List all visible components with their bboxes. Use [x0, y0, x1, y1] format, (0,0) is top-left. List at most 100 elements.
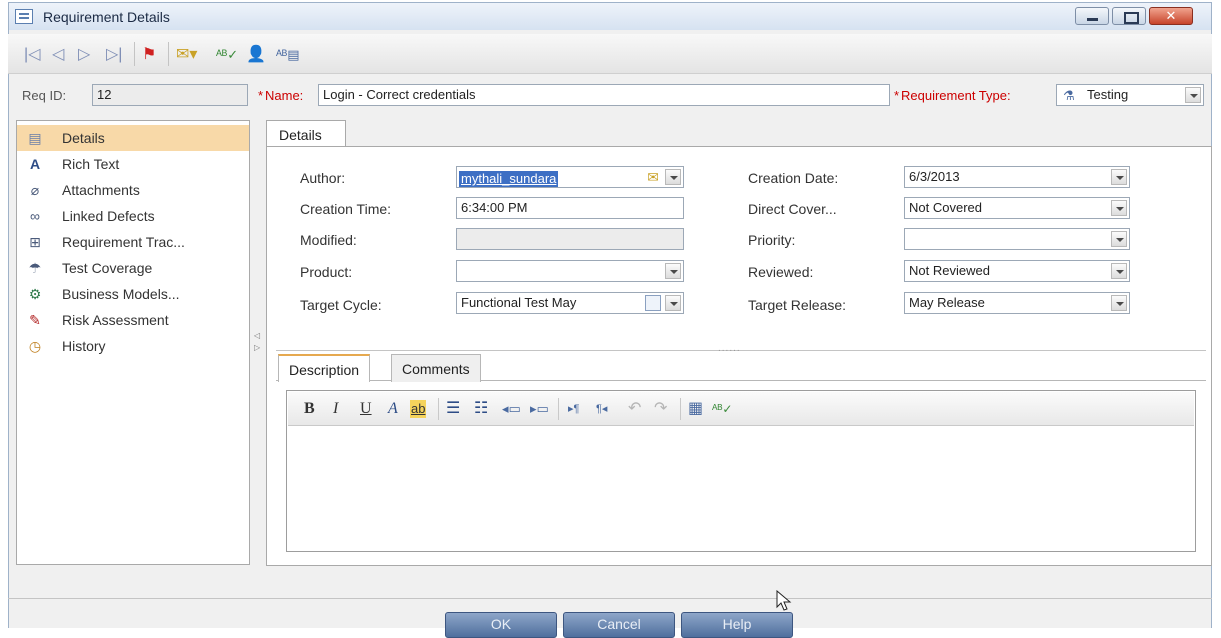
product-dropdown[interactable]	[456, 260, 684, 282]
toolbar-divider	[558, 398, 559, 420]
splitter-handle[interactable]: ◁ ▷	[254, 330, 262, 356]
coverage-icon: ☂	[28, 260, 42, 276]
nav-item-linked-defects[interactable]: ∞ Linked Defects	[17, 203, 249, 229]
nav-item-test-coverage[interactable]: ☂ Test Coverage	[17, 255, 249, 281]
target-release-dropdown[interactable]: May Release	[904, 292, 1130, 314]
risk-icon: ✎	[29, 312, 41, 328]
insert-table-icon[interactable]: ▦	[688, 400, 703, 418]
nav-item-label: Rich Text	[62, 156, 120, 172]
nav-item-risk-assessment[interactable]: ✎ Risk Assessment	[17, 307, 249, 333]
chevron-down-icon[interactable]	[1185, 87, 1201, 103]
name-required-marker: *	[258, 88, 264, 103]
thesaurus-icon[interactable]: ᴬᴮ▤	[276, 47, 300, 63]
next-record-icon[interactable]: ▷	[78, 47, 90, 63]
spell-check-icon[interactable]: ᴬᴮ✓	[216, 47, 238, 63]
tab-details[interactable]: Details	[266, 120, 346, 148]
numbered-list-icon[interactable]: ☷	[474, 400, 488, 418]
outdent-icon[interactable]: ◂▭	[502, 400, 521, 418]
user-icon[interactable]: 👤	[246, 47, 266, 63]
left-to-right-icon[interactable]: ▸¶	[568, 400, 579, 418]
creation-date-value: 6/3/2013	[909, 169, 960, 184]
indent-icon[interactable]: ▸▭	[530, 400, 549, 418]
cancel-button[interactable]: Cancel	[563, 612, 675, 638]
toolbar-divider	[168, 42, 169, 66]
tab-comments[interactable]: Comments	[391, 354, 481, 382]
window-title: Requirement Details	[43, 9, 170, 25]
reviewed-dropdown[interactable]: Not Reviewed	[904, 260, 1130, 282]
direct-cover-label: Direct Cover...	[748, 201, 837, 217]
title-bar: Requirement Details ✕	[8, 2, 1212, 30]
maximize-button[interactable]	[1112, 7, 1146, 25]
nav-item-label: Attachments	[62, 182, 140, 198]
nav-item-label: Details	[62, 130, 105, 146]
email-icon[interactable]: ✉	[647, 169, 659, 185]
chevron-down-icon[interactable]	[1111, 231, 1127, 247]
minimize-button[interactable]	[1075, 7, 1109, 25]
paperclip-icon: ⌀	[30, 182, 40, 198]
highlight-button[interactable]: ab	[410, 400, 427, 418]
resize-grip[interactable]: ......	[718, 343, 741, 354]
requirement-type-required-marker: *	[894, 88, 900, 103]
section-divider	[276, 350, 1206, 351]
nav-item-label: Requirement Trac...	[62, 234, 185, 250]
author-label: Author:	[300, 170, 346, 186]
requirement-type-label: Requirement Type:	[901, 88, 1011, 103]
first-record-icon[interactable]: |◁	[24, 47, 40, 63]
font-color-button[interactable]: A	[388, 400, 398, 418]
redo-icon[interactable]: ↷	[654, 400, 667, 418]
nav-item-history[interactable]: ◷ History	[17, 333, 249, 359]
author-value: mythali_sundara	[459, 171, 559, 187]
priority-dropdown[interactable]	[904, 228, 1130, 250]
modified-field	[456, 228, 684, 250]
help-button[interactable]: Help	[681, 612, 793, 638]
italic-button[interactable]: I	[333, 400, 338, 418]
nav-item-requirement-traceability[interactable]: ⊞ Requirement Trac...	[17, 229, 249, 255]
chevron-down-icon[interactable]	[665, 169, 681, 185]
nav-item-rich-text[interactable]: A Rich Text	[17, 151, 249, 177]
reviewed-value: Not Reviewed	[909, 263, 990, 278]
chevron-down-icon[interactable]	[1111, 295, 1127, 311]
toolbar-divider	[680, 398, 681, 420]
close-button[interactable]: ✕	[1149, 7, 1193, 25]
author-field[interactable]: mythali_sundara ✉	[456, 166, 684, 188]
priority-label: Priority:	[748, 232, 796, 248]
dialog-divider	[8, 598, 1212, 599]
send-email-icon[interactable]: ✉▾	[176, 47, 197, 63]
requirement-type-dropdown[interactable]: ⚗ Testing	[1056, 84, 1204, 106]
creation-date-dropdown[interactable]: 6/3/2013	[904, 166, 1130, 188]
flag-icon[interactable]: ⚑	[142, 47, 156, 63]
history-icon: ◷	[28, 338, 42, 354]
target-cycle-label: Target Cycle:	[300, 297, 382, 313]
chevron-down-icon[interactable]	[665, 295, 681, 311]
underline-button[interactable]: U	[360, 400, 372, 418]
direct-cover-dropdown[interactable]: Not Covered	[904, 197, 1130, 219]
chevron-down-icon[interactable]	[1111, 169, 1127, 185]
previous-record-icon[interactable]: ◁	[52, 47, 64, 63]
chevron-down-icon[interactable]	[665, 263, 681, 279]
chevron-down-icon[interactable]	[1111, 200, 1127, 216]
bold-button[interactable]: B	[304, 400, 315, 418]
chevron-down-icon[interactable]	[1111, 263, 1127, 279]
creation-time-label: Creation Time:	[300, 201, 392, 217]
req-id-field: 12	[92, 84, 248, 106]
target-cycle-dropdown[interactable]: Functional Test May	[456, 292, 684, 314]
last-record-icon[interactable]: ▷|	[106, 47, 122, 63]
tab-description[interactable]: Description	[278, 354, 371, 382]
creation-time-field[interactable]: 6:34:00 PM	[456, 197, 684, 219]
browse-cycle-icon[interactable]	[645, 295, 661, 311]
name-field[interactable]: Login - Correct credentials	[318, 84, 890, 106]
nav-item-label: Business Models...	[62, 286, 180, 302]
target-cycle-value: Functional Test May	[461, 295, 577, 310]
bulleted-list-icon[interactable]: ☰	[446, 400, 460, 418]
nav-item-details[interactable]: ▤ Details	[17, 125, 249, 151]
creation-date-label: Creation Date:	[748, 170, 839, 186]
nav-item-business-models[interactable]: ⚙ Business Models...	[17, 281, 249, 307]
spell-check-icon[interactable]: ᴬᴮ✓	[712, 400, 732, 418]
nav-item-attachments[interactable]: ⌀ Attachments	[17, 177, 249, 203]
traceability-icon: ⊞	[29, 234, 41, 250]
reviewed-label: Reviewed:	[748, 264, 814, 280]
undo-icon[interactable]: ↶	[628, 400, 641, 418]
ok-button[interactable]: OK	[445, 612, 557, 638]
right-to-left-icon[interactable]: ¶◂	[596, 400, 607, 418]
target-release-label: Target Release:	[748, 297, 847, 313]
